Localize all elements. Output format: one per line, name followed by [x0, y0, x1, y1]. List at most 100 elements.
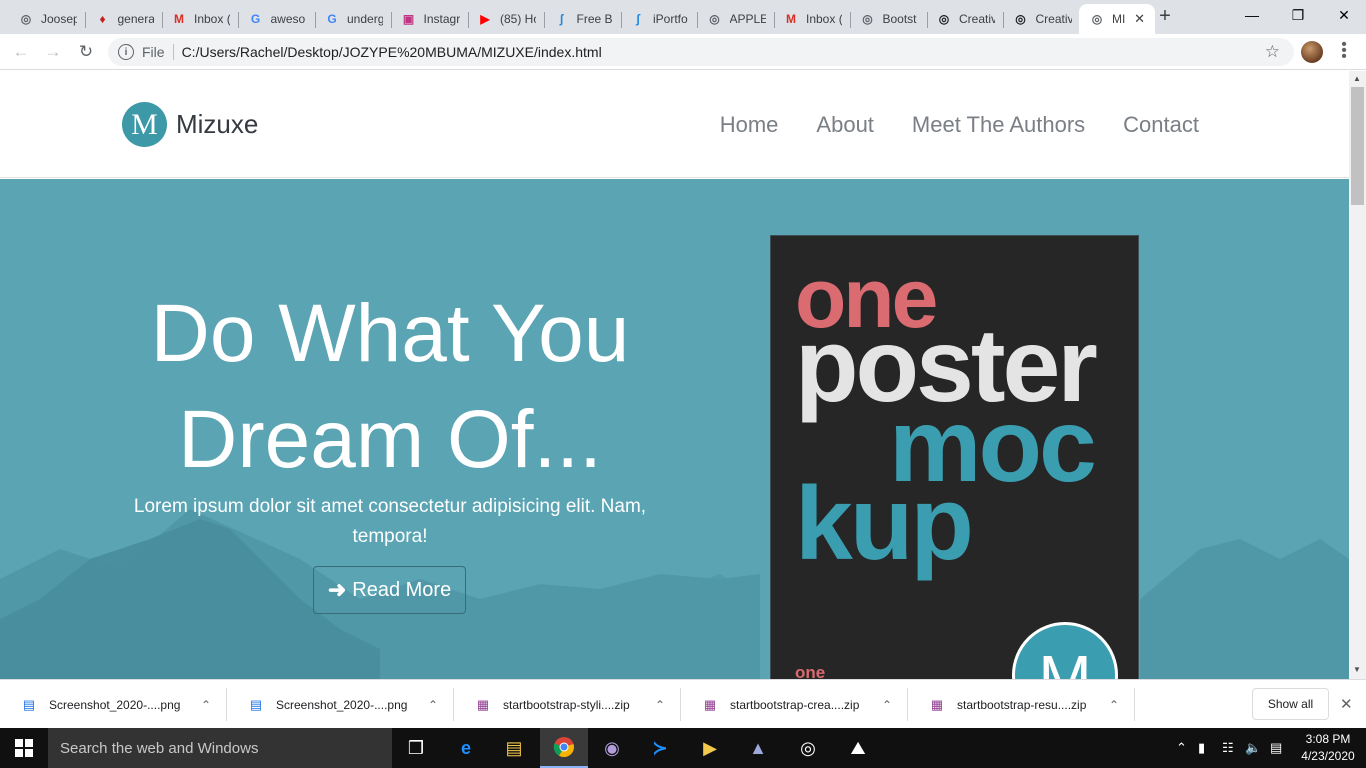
- chevron-up-icon[interactable]: ⌃: [882, 698, 892, 712]
- photos-icon[interactable]: ⛰: [834, 728, 882, 768]
- chrome-icon[interactable]: [540, 728, 588, 768]
- tab-label: Creativ: [959, 12, 995, 26]
- browser-menu-icon[interactable]: • • •: [1338, 37, 1350, 65]
- nav-link-home[interactable]: Home: [720, 112, 779, 138]
- browser-tab[interactable]: ◎ MI ✕: [1079, 4, 1155, 34]
- edge-icon[interactable]: e: [442, 728, 490, 768]
- arrow-right-icon: ➜: [327, 577, 347, 602]
- window-close-button[interactable]: ✕: [1321, 0, 1366, 30]
- browser-tab[interactable]: ◎ APPLE: [697, 4, 775, 34]
- poster-mockup-image: one poster moc kup one M: [770, 235, 1139, 679]
- chevron-up-icon[interactable]: ⌃: [655, 698, 665, 712]
- downloads-bar: ▤ Screenshot_2020-....png ⌃ ▤ Screenshot_202…: [0, 679, 1366, 728]
- scrollbar-thumb[interactable]: [1351, 87, 1364, 205]
- address-bar[interactable]: i File C:/Users/Rachel/Desktop/JOZYPE%20…: [108, 38, 1294, 66]
- back-button[interactable]: ←: [9, 40, 33, 64]
- poster-small-word: one: [795, 663, 826, 679]
- globe-icon: ◎: [862, 12, 873, 26]
- forward-button[interactable]: →: [41, 40, 65, 64]
- browser-tab[interactable]: ▣ Instagr: [391, 4, 469, 34]
- globe-icon: ◎: [938, 12, 950, 26]
- image-file-icon: ▤: [249, 696, 263, 712]
- chevron-up-icon[interactable]: ⌃: [428, 698, 438, 712]
- browser-tab[interactable]: ʃ iPortfo: [620, 4, 698, 34]
- show-all-button[interactable]: Show all: [1252, 688, 1329, 720]
- groove-music-icon[interactable]: ◎: [784, 728, 832, 768]
- download-filename: Screenshot_2020-....png: [49, 697, 181, 712]
- download-filename: Screenshot_2020-....png: [276, 697, 408, 712]
- nav-link-contact[interactable]: Contact: [1123, 112, 1199, 138]
- browser-tab[interactable]: ʃ Free Bo: [544, 4, 622, 34]
- browser-tab[interactable]: Gaweso: [238, 4, 316, 34]
- browser-tab[interactable]: ◎ Creativ: [926, 4, 1004, 34]
- read-more-button[interactable]: ➜ Read More: [313, 566, 466, 614]
- url-text[interactable]: C:/Users/Rachel/Desktop/JOZYPE%20MBUMA/M…: [182, 44, 602, 60]
- tab-close-icon[interactable]: ✕: [1134, 11, 1145, 27]
- download-filename: startbootstrap-crea....zip: [730, 697, 860, 712]
- browser-tab[interactable]: ▶ (85) Ho: [467, 4, 545, 34]
- volume-icon[interactable]: 🔈: [1245, 728, 1261, 768]
- download-item[interactable]: ▦ startbootstrap-styli....zip ⌃: [454, 680, 681, 729]
- chevron-up-icon[interactable]: ⌃: [201, 698, 211, 712]
- clock-date: 4/23/2020: [1301, 749, 1355, 763]
- notification-icon[interactable]: ▤: [1270, 728, 1282, 768]
- winrar-archive-icon: ▦: [703, 696, 717, 712]
- browser-tab[interactable]: M Inbox (: [161, 4, 239, 34]
- vscode-icon[interactable]: ≻: [636, 728, 684, 768]
- profile-avatar[interactable]: [1301, 41, 1323, 63]
- browser-tab[interactable]: ◎ Creativ: [1003, 4, 1081, 34]
- hero-title-line-1: Do What You: [150, 288, 630, 379]
- tab-label: Free Bo: [576, 12, 613, 26]
- hero-title-line-2: Dream Of...: [178, 394, 602, 485]
- hero-section: Do What You Dream Of... Lorem ipsum dolo…: [0, 179, 1349, 679]
- nav-link-authors[interactable]: Meet The Authors: [912, 112, 1085, 138]
- browser-tab[interactable]: M Inbox (: [773, 4, 851, 34]
- inkscape-icon[interactable]: ▲: [734, 728, 782, 768]
- file-explorer-icon[interactable]: ▤: [490, 728, 538, 768]
- download-item[interactable]: ▤ Screenshot_2020-....png ⌃: [0, 680, 227, 729]
- bookmark-star-icon[interactable]: ☆: [1265, 42, 1280, 62]
- tab-label: Instagr: [423, 12, 460, 26]
- tab-label: Creativ: [1035, 12, 1072, 26]
- reload-button[interactable]: ↻: [74, 40, 98, 64]
- nav-link-about[interactable]: About: [816, 112, 874, 138]
- task-view-icon[interactable]: ❒: [392, 728, 440, 768]
- poster-word-kup: kup: [795, 466, 974, 582]
- github-desktop-icon[interactable]: ◉: [588, 728, 636, 768]
- scroll-up-arrow-icon[interactable]: ▲: [1353, 74, 1361, 83]
- poster-logo: M: [1012, 622, 1118, 679]
- brand-name: Mizuxe: [176, 109, 259, 139]
- instagram-icon: ▣: [402, 12, 415, 26]
- downloads-close-icon[interactable]: ✕: [1340, 695, 1353, 713]
- browser-tab[interactable]: ◎ Bootst: [850, 4, 928, 34]
- browser-tab[interactable]: ◎ Joosep: [8, 4, 86, 34]
- download-item[interactable]: ▤ Screenshot_2020-....png ⌃: [227, 680, 454, 729]
- battery-icon[interactable]: ▮: [1198, 728, 1205, 768]
- scroll-down-arrow-icon[interactable]: ▼: [1353, 665, 1361, 674]
- site-navbar: M Mizuxe Home About Meet The Authors Con…: [0, 71, 1349, 178]
- maximize-button[interactable]: ❐: [1275, 0, 1321, 30]
- browser-tab[interactable]: Gunderg: [314, 4, 392, 34]
- info-icon[interactable]: i: [118, 44, 134, 60]
- taskbar-search-box[interactable]: Search the web and Windows: [48, 728, 392, 768]
- wifi-icon[interactable]: ☷: [1222, 728, 1234, 768]
- google-icon: G: [250, 12, 261, 26]
- browser-tab[interactable]: ♦ genera: [85, 4, 163, 34]
- start-button[interactable]: [0, 728, 48, 768]
- taskbar-clock[interactable]: 3:08 PM 4/23/2020: [1296, 731, 1360, 765]
- download-item[interactable]: ▦ startbootstrap-resu....zip ⌃: [908, 680, 1135, 729]
- new-tab-button[interactable]: +: [1155, 6, 1175, 26]
- tray-chevron-icon[interactable]: ⌃: [1176, 728, 1187, 768]
- youtube-icon: ▶: [480, 12, 490, 26]
- brand[interactable]: M Mizuxe: [122, 102, 258, 147]
- media-player-icon[interactable]: ▶: [686, 728, 734, 768]
- chevron-up-icon[interactable]: ⌃: [1109, 698, 1119, 712]
- download-item[interactable]: ▦ startbootstrap-crea....zip ⌃: [681, 680, 908, 729]
- page-scrollbar[interactable]: ▲ ▼: [1349, 71, 1366, 679]
- minimize-button[interactable]: —: [1229, 0, 1275, 30]
- omnibox-divider: [172, 44, 174, 60]
- bootstrap-bird-icon: ʃ: [559, 12, 564, 26]
- scheme-label: File: [142, 44, 165, 60]
- page-viewport: M Mizuxe Home About Meet The Authors Con…: [0, 71, 1349, 679]
- download-filename: startbootstrap-styli....zip: [503, 697, 630, 712]
